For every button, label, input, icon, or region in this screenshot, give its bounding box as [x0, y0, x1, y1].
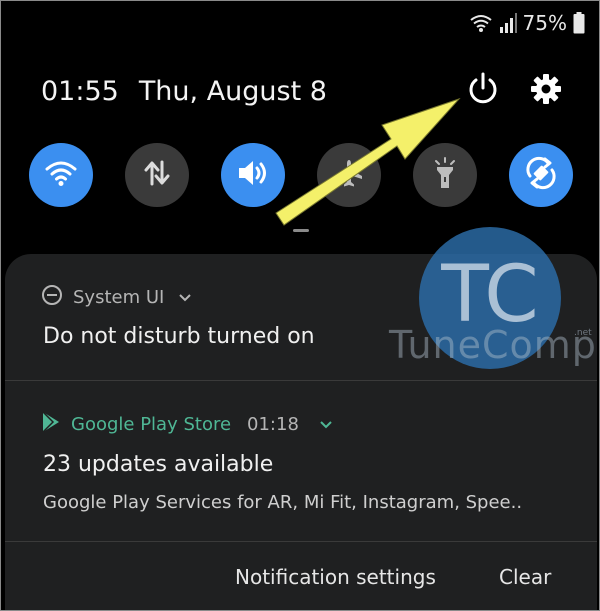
chevron-down-icon[interactable]: [178, 288, 192, 307]
wifi-icon: [44, 159, 78, 191]
gear-icon[interactable]: [530, 73, 562, 105]
watermark-net: .net: [574, 328, 592, 338]
phone-screen: 75% 01:55 Thu, August 8 System UI Do not…: [0, 0, 600, 611]
app-name: Google Play Store: [71, 413, 232, 435]
clock[interactable]: 01:55: [41, 76, 119, 107]
drag-handle[interactable]: [293, 229, 309, 232]
watermark-brand: TuneComp: [389, 323, 597, 367]
signal-icon: [499, 13, 517, 33]
app-name: System UI: [73, 286, 165, 308]
flashlight-icon: [432, 157, 458, 193]
wifi-toggle[interactable]: [29, 143, 93, 207]
rotate-icon: [524, 156, 558, 194]
notification-title: Do not disturb turned on: [43, 324, 315, 349]
airplane-mode-toggle[interactable]: [317, 143, 381, 207]
notification-settings-button[interactable]: Notification settings: [235, 565, 436, 589]
power-icon[interactable]: [465, 71, 501, 107]
notification-title: 23 updates available: [43, 452, 274, 477]
notification-text: Google Play Services for AR, Mi Fit, Ins…: [43, 492, 523, 513]
data-arrows-icon: [142, 158, 172, 192]
mobile-data-toggle[interactable]: [125, 143, 189, 207]
airplane-icon: [334, 158, 364, 192]
do-not-disturb-icon: [41, 284, 63, 310]
battery-percent: 75%: [522, 11, 567, 35]
quick-panel-header: 01:55 Thu, August 8: [41, 71, 327, 111]
auto-rotate-toggle[interactable]: [509, 143, 573, 207]
notification-header: System UI: [41, 284, 192, 310]
chevron-down-icon[interactable]: [319, 415, 333, 434]
sound-toggle[interactable]: [221, 143, 285, 207]
wifi-icon: [469, 13, 493, 33]
status-bar: 75%: [469, 9, 585, 37]
clear-button[interactable]: Clear: [499, 565, 551, 589]
speaker-icon: [236, 158, 270, 192]
date[interactable]: Thu, August 8: [139, 76, 327, 107]
play-store-icon: [41, 411, 61, 437]
flashlight-toggle[interactable]: [413, 143, 477, 207]
notification-actions: Notification settings Clear: [5, 544, 597, 610]
notification-time: 01:18: [247, 413, 299, 435]
notification-header: Google Play Store 01:18: [41, 411, 333, 437]
battery-icon: [573, 12, 585, 34]
